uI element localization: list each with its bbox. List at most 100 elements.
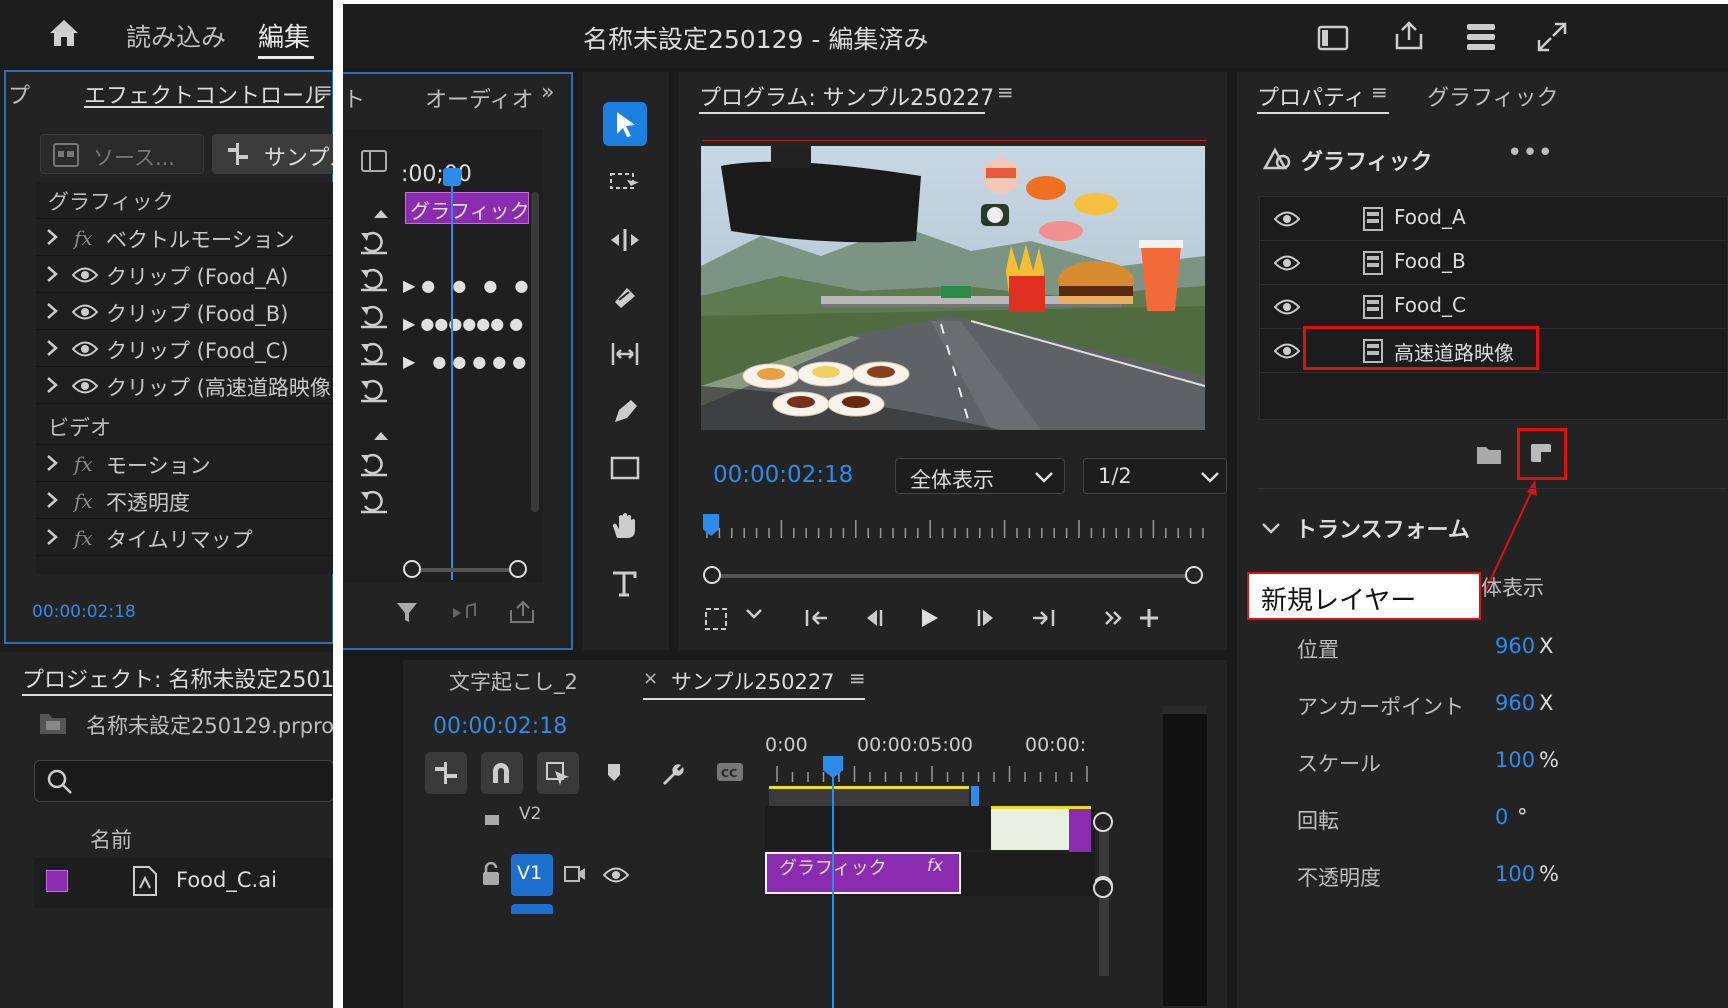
tab-graphics[interactable]: グラフィック xyxy=(1427,80,1559,112)
safe-margins-icon[interactable] xyxy=(703,606,729,636)
new-layer-icon[interactable] xyxy=(1529,442,1553,468)
more-controls-icon[interactable] xyxy=(1103,606,1125,634)
fullscreen-icon[interactable] xyxy=(1537,22,1567,56)
filter-icon[interactable] xyxy=(395,600,419,628)
effect-row[interactable]: クリップ (Food_A) xyxy=(36,256,333,293)
collapse-up-icon[interactable] xyxy=(373,426,389,445)
collapse-up-icon[interactable] xyxy=(373,204,389,223)
timeline-ruler[interactable]: 0:00 00:00:05:00 00:00: xyxy=(765,730,1095,810)
effect-row[interactable]: fx 不透明度 xyxy=(36,482,333,519)
program-zoom-bar[interactable] xyxy=(719,574,1193,578)
step-forward-icon[interactable] xyxy=(973,606,999,634)
effect-row[interactable]: fx モーション xyxy=(36,445,333,482)
selection-tool[interactable] xyxy=(603,102,647,146)
layer-row[interactable]: Food_A xyxy=(1260,197,1728,241)
keyframes-food-c[interactable]: ▶ ●●●●● xyxy=(403,352,532,371)
go-to-out-icon[interactable] xyxy=(1029,606,1057,634)
project-title[interactable]: プロジェクト: 名称未設定2501 xyxy=(22,662,333,694)
chevron-down-icon[interactable] xyxy=(1261,520,1281,539)
eye-icon[interactable] xyxy=(71,340,99,362)
transform-section-title[interactable]: トランスフォーム xyxy=(1295,512,1470,544)
add-button-icon[interactable] xyxy=(1137,606,1161,634)
column-name-header[interactable]: 名前 xyxy=(90,824,132,854)
ec-playhead-handle[interactable] xyxy=(443,168,461,186)
effect-row[interactable]: クリップ (Food_C) xyxy=(36,330,333,367)
sequence-button[interactable]: サンプル xyxy=(212,134,333,174)
chevron-right-icon[interactable] xyxy=(46,265,58,287)
project-search-input[interactable] xyxy=(34,760,333,802)
keyframes-food-b[interactable]: ▶ ●●●●●● ● xyxy=(403,314,523,333)
chevron-down-icon[interactable] xyxy=(745,606,763,625)
chevron-right-icon[interactable] xyxy=(46,528,58,550)
ec-playhead[interactable] xyxy=(451,170,453,580)
share-icon[interactable] xyxy=(1393,20,1425,56)
ec-zoom-handle-right[interactable] xyxy=(509,560,527,578)
layer-row[interactable]: Food_C xyxy=(1260,285,1728,329)
eye-icon[interactable] xyxy=(1273,254,1301,276)
play-icon[interactable] xyxy=(917,606,941,634)
tab-stub[interactable]: ト xyxy=(343,82,365,114)
label-color-swatch[interactable] xyxy=(46,870,68,892)
eye-icon[interactable] xyxy=(1273,298,1301,320)
layout-icon[interactable] xyxy=(1317,24,1349,56)
chevron-right-icon[interactable] xyxy=(46,376,58,398)
lock-icon[interactable] xyxy=(483,810,501,829)
hand-icon[interactable] xyxy=(609,512,641,544)
ec-clip-bar[interactable]: グラフィック xyxy=(405,192,530,224)
audio-loop-icon[interactable] xyxy=(451,602,477,628)
zoom-select[interactable]: 全体表示 xyxy=(895,458,1065,494)
reset-icon[interactable] xyxy=(359,268,389,296)
eye-icon[interactable] xyxy=(1273,210,1301,232)
effect-row[interactable]: クリップ (高速道路映像) xyxy=(36,367,333,404)
transform-value[interactable]: 100 xyxy=(1495,862,1535,886)
reset-icon[interactable] xyxy=(359,490,389,518)
eye-icon[interactable] xyxy=(602,866,630,888)
home-icon[interactable] xyxy=(48,18,80,52)
reset-icon[interactable] xyxy=(359,305,389,333)
chevron-right-icon[interactable] xyxy=(46,302,58,324)
more-options-icon[interactable]: ••• xyxy=(1507,138,1553,168)
insert-nest-button[interactable] xyxy=(425,752,467,794)
sync-lock-icon[interactable] xyxy=(563,864,587,888)
captions-button[interactable]: CC xyxy=(707,752,749,794)
snap-button[interactable] xyxy=(481,752,523,794)
project-item-name[interactable]: Food_C.ai xyxy=(176,868,277,892)
reset-icon[interactable] xyxy=(359,379,389,407)
program-ruler[interactable] xyxy=(703,518,1207,542)
program-menu-icon[interactable]: ≡ xyxy=(997,80,1014,104)
work-area-marker[interactable] xyxy=(971,786,979,806)
ec-zoom-handle-left[interactable] xyxy=(403,560,421,578)
panel-overflow-icon[interactable]: » xyxy=(541,80,554,105)
reset-icon[interactable] xyxy=(359,231,389,259)
timeline-timecode[interactable]: 00:00:02:18 xyxy=(433,714,567,739)
program-title[interactable]: プログラム: サンプル250227 xyxy=(699,80,994,112)
timeline-playhead[interactable] xyxy=(832,764,834,1008)
resolution-select[interactable]: 1/2 xyxy=(1083,458,1227,494)
ripple-edit-icon[interactable] xyxy=(609,227,641,257)
ec-timecode[interactable]: 00:00:02:18 xyxy=(32,602,136,622)
rectangle-icon[interactable] xyxy=(609,455,641,485)
transform-value[interactable]: 100 xyxy=(1495,748,1535,772)
program-zoom-handle-right[interactable] xyxy=(1185,566,1203,584)
track-v1-target[interactable]: V1 xyxy=(511,854,553,896)
chevron-right-icon[interactable] xyxy=(46,454,58,476)
nav-import[interactable]: 読み込み xyxy=(126,18,226,54)
sequence-menu-icon[interactable]: ≡ xyxy=(849,666,866,690)
program-timecode[interactable]: 00:00:02:18 xyxy=(713,462,853,488)
v2-clip[interactable] xyxy=(991,806,1091,853)
scroll-handle-v1[interactable] xyxy=(1093,878,1113,898)
new-group-icon[interactable] xyxy=(1475,444,1503,470)
source-button[interactable]: ソース... xyxy=(40,134,204,174)
tab-properties[interactable]: プロパティ xyxy=(1257,80,1366,112)
razor-icon[interactable] xyxy=(609,284,641,314)
effect-row[interactable]: fx タイムリマップ xyxy=(36,519,333,556)
transform-value[interactable]: 0 xyxy=(1495,805,1508,829)
wrench-button[interactable] xyxy=(651,752,693,794)
transform-value[interactable]: 960 xyxy=(1495,634,1535,658)
program-zoom-handle-left[interactable] xyxy=(703,566,721,584)
reset-icon[interactable] xyxy=(359,342,389,370)
video-frame[interactable] xyxy=(701,146,1205,430)
workspaces-icon[interactable] xyxy=(1465,22,1497,56)
track-select-icon[interactable] xyxy=(609,170,641,200)
eye-icon[interactable] xyxy=(71,266,99,288)
